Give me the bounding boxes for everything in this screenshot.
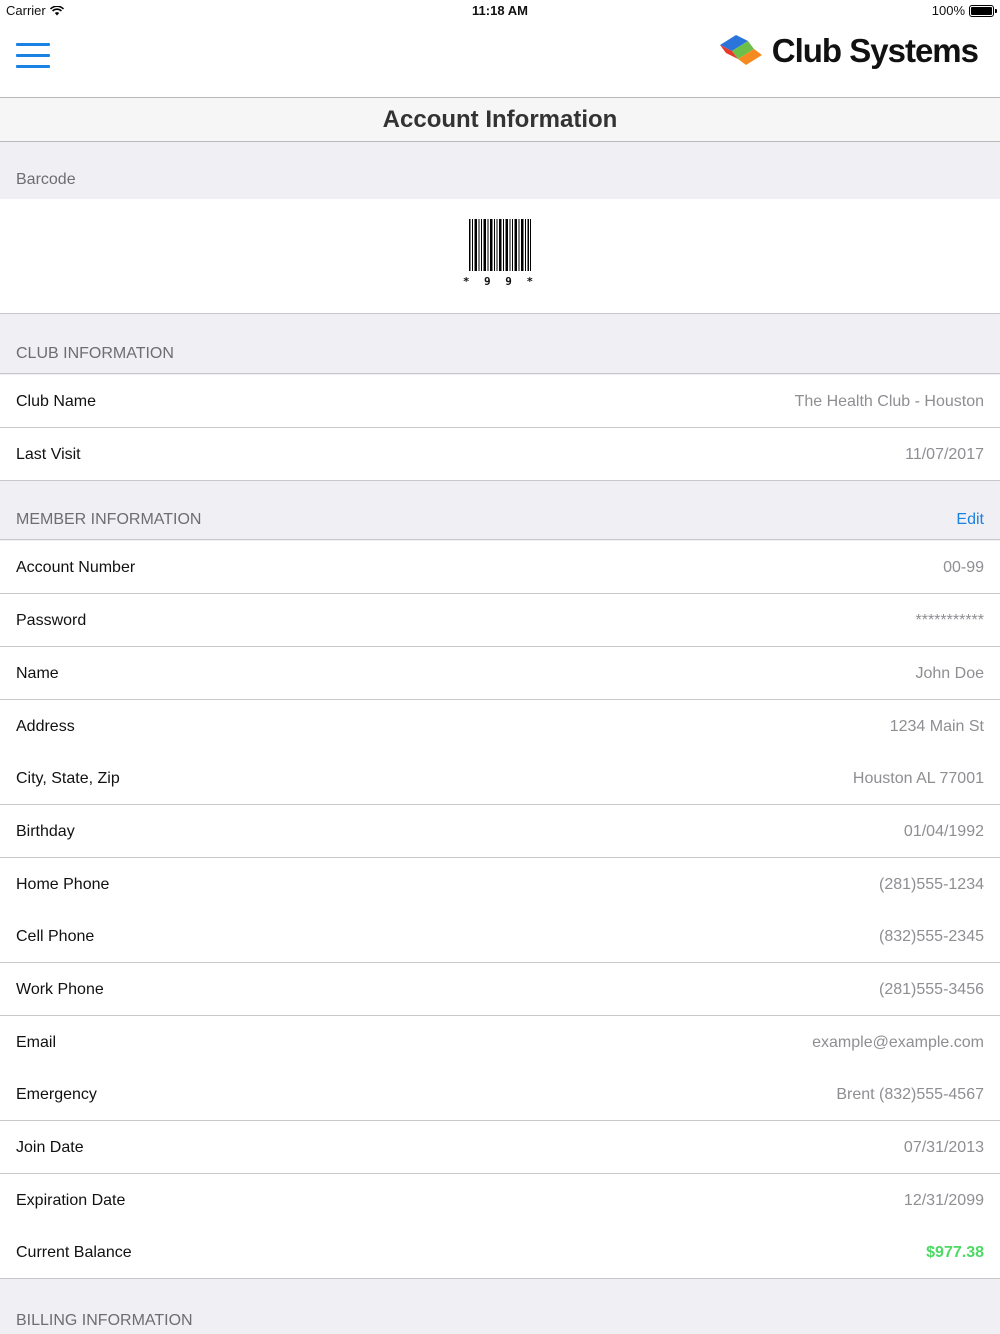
row-label: Work Phone (16, 981, 104, 998)
club-systems-logo: Club Systems (718, 32, 979, 70)
row-birthday[interactable]: Birthday 01/04/1992 (0, 805, 1000, 858)
row-work-phone[interactable]: Work Phone (281)555-3456 (0, 963, 1000, 1016)
app-header: Club Systems (0, 20, 1000, 98)
row-value: The Health Club - Houston (794, 393, 984, 410)
row-label: City, State, Zip (16, 770, 120, 787)
battery-indicator: 100% (931, 3, 997, 18)
battery-percent: 100% (931, 3, 965, 18)
row-value: (281)555-3456 (879, 981, 984, 998)
row-label: Home Phone (16, 876, 110, 893)
barcode-image (469, 219, 531, 271)
row-label: Birthday (16, 823, 75, 840)
balance-value: $977.38 (926, 1244, 984, 1261)
row-address[interactable]: Address 1234 Main St (0, 700, 1000, 753)
row-home-phone[interactable]: Home Phone (281)555-1234 (0, 858, 1000, 911)
row-label: Address (16, 718, 75, 735)
row-email[interactable]: Email example@example.com (0, 1016, 1000, 1069)
row-label: Email (16, 1034, 57, 1051)
row-value: (832)555-2345 (879, 928, 984, 945)
row-value: 12/31/2099 (903, 1192, 984, 1209)
page-title: Account Information (0, 98, 1000, 142)
row-label: Last Visit (16, 446, 81, 463)
row-account-number[interactable]: Account Number 00-99 (0, 541, 1000, 594)
row-value: 07/31/2013 (903, 1139, 984, 1156)
section-label: BILLING INFORMATION (16, 1312, 193, 1329)
row-value: 00-99 (943, 559, 984, 576)
barcode-cell: * 9 9 * (0, 199, 1000, 314)
logo-mark-icon (719, 35, 762, 65)
row-value: 1234 Main St (889, 718, 984, 735)
row-value: 01/04/1992 (903, 823, 984, 840)
row-current-balance[interactable]: Current Balance $977.38 (0, 1226, 1000, 1279)
row-label: Password (16, 612, 87, 629)
row-value: John Doe (915, 665, 985, 682)
row-label: Club Name (16, 393, 97, 410)
row-label: Account Number (16, 559, 136, 576)
row-emergency[interactable]: Emergency Brent (832)555-4567 (0, 1068, 1000, 1121)
logo-text: Club Systems (771, 32, 979, 69)
row-value: (281)555-1234 (879, 876, 984, 893)
barcode-text: * 9 9 * (462, 275, 538, 288)
status-time: 11:18 AM (472, 3, 528, 18)
row-value: example@example.com (812, 1034, 984, 1051)
row-label: Join Date (16, 1139, 84, 1156)
section-header-billing-information: BILLING INFORMATION (0, 1279, 1000, 1334)
section-header-member-information: MEMBER INFORMATION Edit (0, 482, 1000, 540)
row-value: Brent (832)555-4567 (836, 1086, 984, 1103)
row-city-state-zip[interactable]: City, State, Zip Houston AL 77001 (0, 752, 1000, 805)
row-cell-phone[interactable]: Cell Phone (832)555-2345 (0, 910, 1000, 963)
row-value: 11/07/2017 (905, 446, 984, 463)
row-club-name: Club Name The Health Club - Houston (0, 375, 1000, 428)
row-last-visit: Last Visit 11/07/2017 (0, 428, 1000, 481)
row-label: Expiration Date (16, 1192, 126, 1209)
row-label: Cell Phone (16, 928, 95, 945)
row-label: Current Balance (16, 1244, 132, 1261)
row-password[interactable]: Password *********** (0, 594, 1000, 647)
section-header-barcode: Barcode (0, 142, 1000, 200)
row-value: *********** (915, 612, 985, 629)
row-name[interactable]: Name John Doe (0, 647, 1000, 700)
edit-button[interactable]: Edit (956, 511, 984, 529)
row-join-date[interactable]: Join Date 07/31/2013 (0, 1121, 1000, 1174)
status-bar: Carrier 11:18 AM 100% (0, 0, 1000, 20)
row-value: Houston AL 77001 (852, 770, 984, 787)
section-header-club-information: CLUB INFORMATION (0, 316, 1000, 374)
hamburger-menu-icon[interactable] (16, 43, 50, 69)
section-label: CLUB INFORMATION (16, 345, 174, 362)
row-expiration-date[interactable]: Expiration Date 12/31/2099 (0, 1174, 1000, 1227)
row-label: Emergency (16, 1086, 97, 1103)
battery-icon (969, 4, 997, 17)
section-label: Barcode (16, 171, 76, 188)
row-label: Name (16, 665, 59, 682)
section-label: MEMBER INFORMATION (16, 511, 202, 528)
